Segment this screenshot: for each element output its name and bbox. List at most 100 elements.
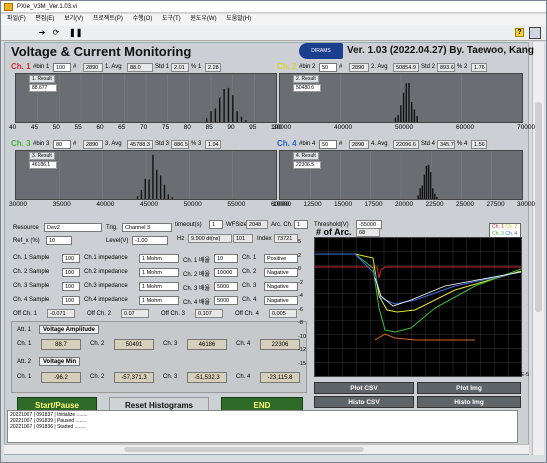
- bin-input[interactable]: 100: [53, 63, 71, 72]
- level-input[interactable]: -1.00: [132, 236, 168, 245]
- count-label: #: [339, 64, 343, 70]
- avg-value: 88.0: [127, 63, 153, 72]
- arc-ch-input[interactable]: 1: [294, 220, 308, 229]
- plot-img-button[interactable]: Plot Img: [417, 382, 521, 394]
- vi-panel-icon: [529, 27, 541, 39]
- count-label: #: [339, 141, 343, 147]
- att-channel-label: Ch. 4: [236, 374, 251, 380]
- histogram-bar: [136, 196, 139, 199]
- x-tick-label: 45000: [140, 201, 159, 208]
- resource-select[interactable]: Dev2: [44, 223, 102, 232]
- polarity-select[interactable]: Nagative: [264, 282, 298, 291]
- att-value: -57,371.3: [114, 372, 154, 383]
- menu-edit[interactable]: 편집(E): [35, 16, 54, 22]
- x-tick-label: 30000: [273, 124, 292, 131]
- vertical-scrollbar[interactable]: [532, 42, 544, 455]
- impedance-label: Ch.4 impedance: [84, 297, 128, 303]
- impedance-select[interactable]: 1 Mohm: [139, 268, 179, 277]
- polarity-select[interactable]: Positive: [264, 254, 298, 263]
- histo-csv-button[interactable]: Histo CSV: [314, 396, 414, 408]
- x-tick-label: 10000: [273, 201, 292, 208]
- plot-value: 46186.1: [29, 161, 57, 169]
- att-channel-label: Ch. 4: [236, 341, 251, 347]
- scroll-thumb[interactable]: [535, 102, 542, 312]
- att-channel-label: Ch. 1: [17, 341, 32, 347]
- sample-label: Ch. 3 Sample: [13, 283, 50, 289]
- menu-view[interactable]: 보기(V): [64, 16, 83, 22]
- help-icon[interactable]: ?: [515, 28, 524, 37]
- arc-y-tick-label: 0: [298, 266, 302, 272]
- trig-select[interactable]: Channel 3: [122, 223, 172, 232]
- x-tick-label: 40000: [334, 124, 353, 131]
- menu-window[interactable]: 윈도우(W): [190, 16, 216, 22]
- horizontal-scrollbar[interactable]: [4, 444, 529, 454]
- menu-project[interactable]: 프로젝트(P): [93, 16, 123, 22]
- std-value: 893.60: [437, 63, 455, 72]
- multiplier-label: Ch. 2 배율: [183, 272, 211, 278]
- sample-input[interactable]: 100: [62, 254, 80, 263]
- sample-input[interactable]: 100: [62, 296, 80, 305]
- x-tick-label: 70: [140, 124, 148, 131]
- histogram-bar: [232, 95, 234, 122]
- bin-input[interactable]: 50: [319, 140, 337, 149]
- x-tick-label: 15000: [334, 201, 353, 208]
- timeout-input[interactable]: 1: [209, 220, 223, 229]
- histo-img-button[interactable]: Histo Img: [417, 396, 521, 408]
- multiplier-input[interactable]: 10: [214, 254, 238, 263]
- legend-ch2: Ch. 2: [505, 224, 518, 230]
- menu-file[interactable]: 파일(F): [7, 16, 26, 22]
- window-title: PXIe_V3M_Ver.1.03.vi: [17, 4, 78, 10]
- histogram-bar: [397, 114, 399, 122]
- count-value: 2890: [83, 140, 103, 149]
- x-tick-label: 22500: [425, 201, 444, 208]
- std-value: 886.53: [171, 140, 189, 149]
- multiplier-input[interactable]: 10000: [214, 268, 238, 277]
- avg-value: 22096.6: [393, 140, 419, 149]
- sample-input[interactable]: 100: [62, 282, 80, 291]
- histogram-bar: [425, 165, 428, 199]
- sample-label: Ch. 1 Sample: [13, 255, 50, 261]
- histogram-bar: [152, 154, 154, 199]
- plot-csv-button[interactable]: Plot CSV: [314, 382, 414, 394]
- menu-help[interactable]: 도움말(H): [226, 16, 251, 22]
- multiplier-input[interactable]: 5000: [214, 296, 238, 305]
- hscroll-thumb[interactable]: [124, 447, 364, 452]
- bin-input[interactable]: 80: [53, 140, 71, 149]
- impedance-select[interactable]: 1 Mohm: [139, 254, 179, 263]
- x-tick-label: 80: [183, 124, 191, 131]
- arc-waveform-plot: [314, 237, 522, 377]
- x-tick-label: 30000: [517, 201, 536, 208]
- histogram-svg: [37, 74, 255, 122]
- histogram-bar: [413, 109, 416, 122]
- run-arrow-icon[interactable]: ➔: [37, 28, 47, 38]
- histogram-bar: [159, 175, 162, 199]
- histogram-bar: [245, 120, 247, 122]
- polarity-select[interactable]: Nagative: [264, 268, 298, 277]
- plot-title: 4. Result: [293, 152, 319, 160]
- run-continuous-icon[interactable]: ⟳: [51, 28, 61, 38]
- bin-input[interactable]: 50: [319, 63, 337, 72]
- sample-label: Ch. 2 Sample: [13, 269, 50, 275]
- avg-label: 4. Avg: [371, 141, 388, 147]
- pause-icon[interactable]: ❚❚: [69, 28, 82, 38]
- menu-tools[interactable]: 도구(T): [162, 16, 181, 22]
- plot-title: 1. Result: [29, 75, 55, 83]
- att-channel-label: Ch. 3: [163, 374, 178, 380]
- x-tick-label: 30000: [9, 201, 28, 208]
- offset-value: 0.005: [269, 309, 297, 318]
- impedance-select[interactable]: 1 Mohm: [139, 296, 179, 305]
- plot-value: 88.677: [29, 84, 57, 92]
- plot-value: 22306.5: [293, 161, 321, 169]
- att2-label: Att. 2: [17, 359, 32, 365]
- refx-input[interactable]: 10: [46, 236, 72, 245]
- log-row: 20221007 | 091836 | Started ........: [10, 424, 86, 430]
- polarity-select[interactable]: Nagative: [264, 296, 298, 305]
- multiplier-input[interactable]: 5000: [214, 282, 238, 291]
- impedance-select[interactable]: 1 Mohm: [139, 282, 179, 291]
- waveform-ch1: [315, 266, 521, 279]
- histogram-bar: [227, 87, 230, 122]
- menu-operate[interactable]: 수행(O): [133, 16, 153, 22]
- arc-ch-label: Arc. Ch.: [271, 222, 293, 228]
- histogram-svg: [59, 151, 233, 199]
- sample-input[interactable]: 100: [62, 268, 80, 277]
